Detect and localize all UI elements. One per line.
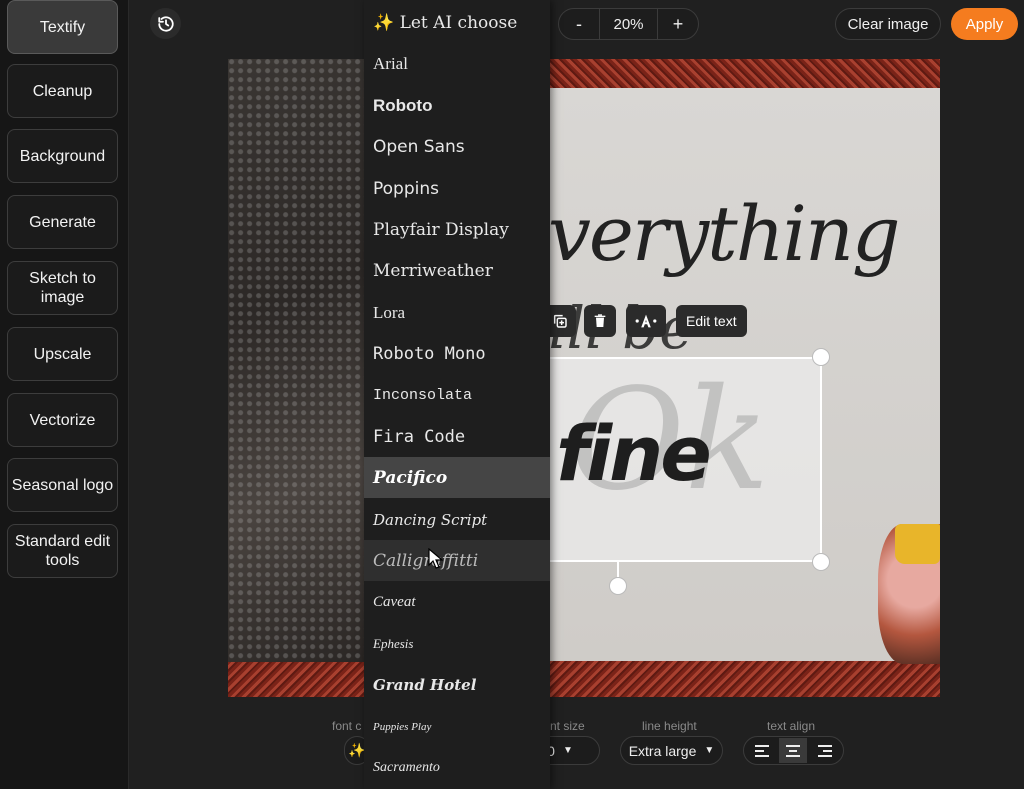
tool-seasonal-logo-button[interactable]: Seasonal logo — [7, 458, 118, 512]
tool-sidebar: Textify Cleanup Background Generate Sket… — [0, 0, 129, 789]
selected-text[interactable]: fine — [556, 409, 712, 498]
font-option-fira-code[interactable]: Fira Code — [364, 416, 550, 457]
tool-vectorize-button[interactable]: Vectorize — [7, 393, 118, 447]
align-right-button[interactable] — [810, 738, 838, 763]
apply-button[interactable]: Apply — [951, 8, 1018, 40]
font-dropdown-menu: ✨ Let AI choose Arial Roboto Open Sans P… — [364, 0, 550, 789]
line-height-select[interactable]: Extra large ▼ — [620, 736, 723, 765]
text-style-button[interactable] — [626, 305, 666, 337]
clear-image-button[interactable]: Clear image — [835, 8, 941, 40]
font-option-arial[interactable]: Arial — [364, 43, 550, 84]
glitter-band-bottom — [228, 661, 940, 697]
font-option-dancing-script[interactable]: Dancing Script — [364, 499, 550, 540]
canvas-heading-text[interactable]: verything — [548, 189, 901, 278]
text-align-group — [743, 736, 844, 765]
font-option-inconsolata[interactable]: Inconsolata — [364, 375, 550, 416]
tool-standard-edit-button[interactable]: Standard edit tools — [7, 524, 118, 578]
align-right-icon — [817, 744, 832, 757]
font-option-sacramento[interactable]: Sacramento — [364, 747, 550, 788]
history-icon — [157, 15, 174, 32]
zoom-out-button[interactable]: - — [559, 14, 599, 35]
font-option-roboto-mono[interactable]: Roboto Mono — [364, 333, 550, 374]
font-option-roboto[interactable]: Roboto — [364, 85, 550, 126]
trash-icon — [594, 314, 606, 327]
align-left-button[interactable] — [749, 738, 777, 763]
zoom-level: 20% — [599, 9, 658, 39]
font-option-calligraffitti[interactable]: Calligraffitti — [364, 540, 550, 581]
image-canvas[interactable]: verything ill be Ok fine Edit text — [228, 59, 940, 697]
delete-button[interactable] — [584, 305, 616, 337]
font-option-open-sans[interactable]: Open Sans — [364, 126, 550, 167]
bow-image — [895, 524, 940, 564]
text-toolbar: Edit text — [544, 305, 747, 337]
resize-handle-top-right[interactable] — [812, 348, 830, 366]
resize-handle-bottom-right[interactable] — [812, 553, 830, 571]
tool-textify-button[interactable]: Textify — [7, 0, 118, 54]
tool-upscale-button[interactable]: Upscale — [7, 327, 118, 381]
font-option-merriweather[interactable]: Merriweather — [364, 250, 550, 291]
font-option-ephesis[interactable]: Ephesis — [364, 623, 550, 664]
font-option-poppins[interactable]: Poppins — [364, 168, 550, 209]
font-option-pacifico[interactable]: Pacifico — [364, 457, 550, 498]
size-label: nt size — [550, 719, 585, 733]
zoom-in-button[interactable]: + — [658, 14, 698, 35]
font-option-ai[interactable]: ✨ Let AI choose — [364, 2, 550, 43]
align-center-icon — [786, 744, 801, 757]
line-height-label: line height — [642, 719, 697, 733]
align-left-icon — [755, 744, 770, 757]
edit-text-button[interactable]: Edit text — [676, 305, 747, 337]
font-option-caveat[interactable]: Caveat — [364, 582, 550, 623]
history-button[interactable] — [150, 8, 181, 39]
mouse-cursor-icon — [428, 548, 444, 569]
app-window: Textify Cleanup Background Generate Sket… — [0, 0, 1024, 789]
font-label: font c — [332, 719, 362, 733]
tool-cleanup-button[interactable]: Cleanup — [7, 64, 118, 118]
font-option-lora[interactable]: Lora — [364, 292, 550, 333]
align-center-button[interactable] — [779, 738, 808, 763]
zoom-control: - 20% + — [558, 8, 699, 40]
beaded-fabric-image — [228, 59, 368, 662]
font-option-puppies-play[interactable]: Puppies Play — [364, 706, 550, 747]
tool-sketch-to-image-button[interactable]: Sketch to image — [7, 261, 118, 315]
tool-generate-button[interactable]: Generate — [7, 195, 118, 249]
duplicate-icon — [553, 314, 567, 328]
chevron-down-icon: ▼ — [704, 745, 715, 756]
text-align-label: text align — [767, 719, 816, 733]
font-option-playfair[interactable]: Playfair Display — [364, 209, 550, 250]
text-style-icon — [635, 314, 657, 328]
rotate-handle[interactable] — [609, 577, 627, 595]
tool-background-button[interactable]: Background — [7, 129, 118, 183]
font-option-grand-hotel[interactable]: Grand Hotel — [364, 664, 550, 705]
line-height-value: Extra large — [628, 742, 697, 759]
text-selection-box[interactable]: Ok fine — [548, 357, 822, 562]
chevron-down-icon: ▼ — [562, 745, 573, 756]
